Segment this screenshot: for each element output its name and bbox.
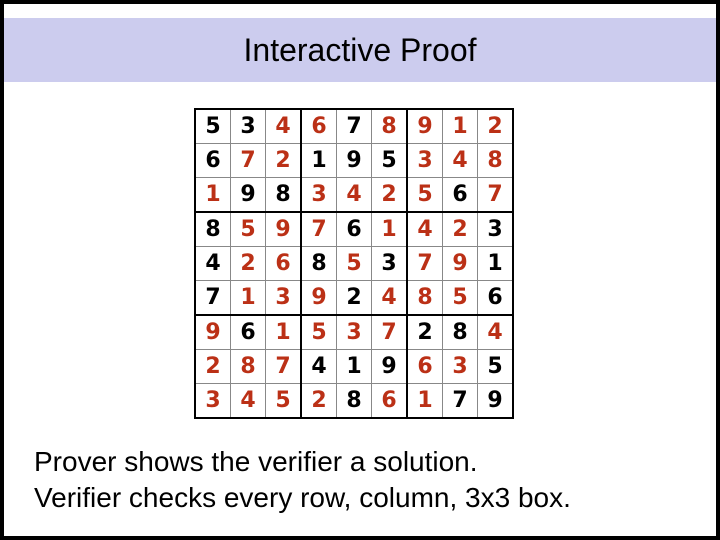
sudoku-cell: 6 [231, 315, 266, 350]
sudoku-cell: 6 [301, 109, 337, 144]
sudoku-cell: 3 [337, 315, 372, 350]
sudoku-cell: 9 [337, 144, 372, 178]
sudoku-cell: 7 [301, 212, 337, 247]
slide: Interactive Proof 5346789126721953481983… [0, 0, 720, 540]
sudoku-cell: 7 [443, 384, 478, 419]
sudoku-cell: 2 [195, 350, 231, 384]
sudoku-cell: 5 [372, 144, 408, 178]
title-bar: Interactive Proof [4, 18, 716, 82]
sudoku-cell: 1 [231, 281, 266, 316]
sudoku-cell: 3 [301, 178, 337, 213]
sudoku-cell: 7 [407, 247, 443, 281]
sudoku-cell: 5 [478, 350, 514, 384]
sudoku-cell: 4 [266, 109, 302, 144]
sudoku-cell: 1 [443, 109, 478, 144]
sudoku-cell: 1 [301, 144, 337, 178]
sudoku-cell: 9 [301, 281, 337, 316]
sudoku-cell: 8 [266, 178, 302, 213]
sudoku-cell: 3 [195, 384, 231, 419]
sudoku-cell: 2 [266, 144, 302, 178]
sudoku-cell: 2 [301, 384, 337, 419]
sudoku-cell: 2 [372, 178, 408, 213]
sudoku-row: 713924856 [195, 281, 513, 316]
sudoku-cell: 7 [478, 178, 514, 213]
sudoku-cell: 8 [337, 384, 372, 419]
sudoku-cell: 3 [478, 212, 514, 247]
sudoku-cell: 6 [195, 144, 231, 178]
sudoku-cell: 4 [195, 247, 231, 281]
sudoku-cell: 5 [266, 384, 302, 419]
sudoku-cell: 5 [231, 212, 266, 247]
sudoku-cell: 2 [231, 247, 266, 281]
sudoku-row: 534678912 [195, 109, 513, 144]
sudoku-cell: 7 [372, 315, 408, 350]
sudoku-table: 5346789126721953481983425678597614234268… [194, 108, 514, 419]
sudoku-cell: 2 [337, 281, 372, 316]
caption: Prover shows the verifier a solution. Ve… [34, 444, 571, 517]
sudoku-cell: 4 [337, 178, 372, 213]
sudoku-row: 345286179 [195, 384, 513, 419]
sudoku-cell: 2 [407, 315, 443, 350]
sudoku-cell: 7 [337, 109, 372, 144]
sudoku-cell: 1 [266, 315, 302, 350]
sudoku-cell: 6 [337, 212, 372, 247]
sudoku-cell: 9 [231, 178, 266, 213]
sudoku-cell: 9 [266, 212, 302, 247]
sudoku-cell: 1 [337, 350, 372, 384]
sudoku-row: 672195348 [195, 144, 513, 178]
sudoku-cell: 8 [478, 144, 514, 178]
caption-line-1: Prover shows the verifier a solution. [34, 444, 571, 480]
sudoku-cell: 3 [372, 247, 408, 281]
sudoku-cell: 9 [478, 384, 514, 419]
sudoku-cell: 4 [301, 350, 337, 384]
slide-title: Interactive Proof [244, 32, 477, 69]
sudoku-cell: 6 [266, 247, 302, 281]
sudoku-row: 426853791 [195, 247, 513, 281]
sudoku-cell: 5 [443, 281, 478, 316]
sudoku-cell: 2 [478, 109, 514, 144]
sudoku-cell: 9 [443, 247, 478, 281]
sudoku-cell: 9 [407, 109, 443, 144]
sudoku-cell: 4 [407, 212, 443, 247]
sudoku-cell: 6 [478, 281, 514, 316]
sudoku-cell: 4 [372, 281, 408, 316]
sudoku-cell: 3 [407, 144, 443, 178]
sudoku-cell: 6 [407, 350, 443, 384]
sudoku-cell: 4 [443, 144, 478, 178]
sudoku-cell: 5 [337, 247, 372, 281]
sudoku-cell: 3 [266, 281, 302, 316]
sudoku-cell: 8 [372, 109, 408, 144]
sudoku-cell: 8 [443, 315, 478, 350]
sudoku-cell: 7 [231, 144, 266, 178]
sudoku-cell: 1 [478, 247, 514, 281]
sudoku-cell: 8 [231, 350, 266, 384]
sudoku-row: 859761423 [195, 212, 513, 247]
sudoku-cell: 4 [231, 384, 266, 419]
sudoku-cell: 5 [407, 178, 443, 213]
sudoku-row: 961537284 [195, 315, 513, 350]
sudoku-cell: 3 [231, 109, 266, 144]
sudoku-cell: 4 [478, 315, 514, 350]
sudoku-cell: 8 [195, 212, 231, 247]
sudoku-cell: 3 [443, 350, 478, 384]
sudoku-cell: 1 [195, 178, 231, 213]
sudoku-cell: 7 [195, 281, 231, 316]
sudoku-cell: 9 [195, 315, 231, 350]
sudoku-row: 198342567 [195, 178, 513, 213]
caption-line-2: Verifier checks every row, column, 3x3 b… [34, 480, 571, 516]
sudoku-cell: 5 [301, 315, 337, 350]
sudoku-row: 287419635 [195, 350, 513, 384]
sudoku-cell: 5 [195, 109, 231, 144]
sudoku-cell: 8 [407, 281, 443, 316]
sudoku-cell: 6 [443, 178, 478, 213]
sudoku-cell: 6 [372, 384, 408, 419]
sudoku-cell: 8 [301, 247, 337, 281]
sudoku-cell: 2 [443, 212, 478, 247]
sudoku-grid: 5346789126721953481983425678597614234268… [194, 108, 514, 419]
sudoku-cell: 7 [266, 350, 302, 384]
sudoku-cell: 1 [407, 384, 443, 419]
sudoku-cell: 1 [372, 212, 408, 247]
sudoku-cell: 9 [372, 350, 408, 384]
